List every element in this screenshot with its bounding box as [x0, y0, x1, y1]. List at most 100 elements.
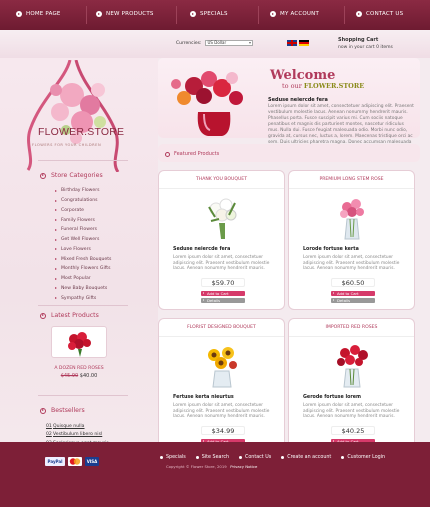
product-price: $60.50	[331, 278, 375, 287]
sidebar-divider	[38, 395, 128, 396]
footer-link-specials[interactable]: Specials	[160, 455, 186, 460]
currency-selector: Currencies: US Dollar	[176, 40, 253, 46]
arrow-icon	[96, 11, 102, 17]
category-item[interactable]: Most Popular	[55, 274, 111, 284]
nav-specials[interactable]: Specials	[190, 11, 228, 17]
category-item[interactable]: Get Well Flowers	[55, 235, 111, 245]
category-item[interactable]: Congratulations	[55, 196, 111, 206]
latest-product-name[interactable]: A DOZEN RED ROSES	[50, 366, 108, 371]
sunflower-bouquet-image[interactable]	[199, 341, 245, 391]
payment-icons: PayPal VISA	[45, 457, 102, 466]
nav-divider	[258, 6, 259, 24]
mastercard-icon	[68, 457, 82, 466]
arrow-icon	[55, 209, 57, 212]
pink-roses-image[interactable]	[329, 193, 375, 243]
category-item[interactable]: Love Flowers	[55, 245, 111, 255]
category-item[interactable]: Monthly Flowers Gifts	[55, 264, 111, 274]
currency-select[interactable]: US Dollar	[204, 40, 253, 46]
product-price: $34.99	[201, 426, 245, 435]
footer-links: Specials Site Search Contact Us Create a…	[160, 455, 395, 460]
categories-heading: Store Categories	[40, 172, 103, 179]
store-logo[interactable]: FLOWER.STORE	[38, 126, 124, 138]
arrow-circle-icon	[40, 312, 46, 319]
welcome-heading: Seduse neiercde fera	[268, 97, 328, 103]
bestsellers-heading: Bestsellers	[40, 407, 85, 414]
cart-status: now in your cart 0 items	[338, 45, 393, 50]
category-item[interactable]: Funeral Flowers	[55, 225, 111, 235]
arrow-circle-icon	[40, 172, 46, 179]
arrow-circle-icon	[40, 407, 46, 414]
category-item[interactable]: Sympathy Gifts	[55, 293, 111, 303]
nav-new-products[interactable]: New products	[96, 11, 154, 17]
arrow-icon	[55, 267, 57, 270]
store-tagline: FLOWERS FOR YOUR CHILDREN	[32, 143, 102, 147]
add-to-cart-button[interactable]: Add to Cart	[201, 291, 245, 296]
nav-contact-us[interactable]: Contact us	[356, 11, 403, 17]
sidebar-divider	[38, 160, 128, 161]
old-price: $45.90	[60, 373, 79, 379]
copyright: Copyright © Flower Store, 2019 Privacy N…	[166, 464, 258, 469]
nav-divider	[176, 6, 177, 24]
category-item[interactable]: New Baby Bouquets	[55, 284, 111, 294]
product-card-title[interactable]: THANK YOU BOUQUET	[159, 171, 284, 189]
arrow-icon	[55, 287, 57, 290]
category-item[interactable]: Birthday Flowers	[55, 186, 111, 196]
latest-product-image[interactable]	[51, 326, 107, 358]
category-list: Birthday Flowers Congratulations Corpora…	[55, 186, 111, 303]
product-name[interactable]: Gerode fortuse lorem	[303, 395, 361, 400]
arrow-icon	[55, 199, 57, 202]
bestseller-item[interactable]: 01 Quisque nulla	[46, 422, 109, 431]
product-description: Lorem ipsum dolor sit amet, consectetuer…	[173, 255, 270, 272]
currency-label: Currencies:	[176, 40, 202, 46]
category-item[interactable]: Mixed Fresh Bouquets	[55, 254, 111, 264]
footer-link-site-search[interactable]: Site Search	[195, 455, 229, 460]
arrow-icon	[55, 228, 57, 231]
product-name[interactable]: Lorode fortuse kerta	[303, 247, 359, 252]
product-description: Lorem ipsum dolor sit amet, consectetuer…	[303, 255, 400, 272]
category-item[interactable]: Corporate	[55, 206, 111, 216]
product-card: PREMIUM LONG STEM ROSE Lorode fortuse ke…	[288, 170, 415, 310]
nav-my-account[interactable]: My account	[270, 11, 319, 17]
product-card-title[interactable]: PREMIUM LONG STEM ROSE	[289, 171, 414, 189]
product-card-title[interactable]: FLORIST DESIGNED BOUQUET	[159, 319, 284, 337]
arrow-icon	[55, 258, 57, 261]
footer	[0, 442, 430, 507]
product-card-title[interactable]: IMPORTED RED ROSES	[289, 319, 414, 337]
product-name[interactable]: Fertuse kerta nieurtus	[173, 395, 234, 400]
product-card: FLORIST DESIGNED BOUQUET Fertuse kerta n…	[158, 318, 285, 458]
latest-product-price: $45.90 $40.00	[50, 373, 108, 379]
arrow-icon	[270, 11, 276, 17]
white-bouquet-image[interactable]	[199, 193, 245, 243]
arrow-icon	[55, 297, 57, 300]
arrow-icon	[55, 219, 57, 222]
details-button[interactable]: Details	[331, 298, 375, 303]
sidebar-divider	[38, 305, 128, 306]
footer-link-customer-login[interactable]: Customer Login	[341, 455, 385, 460]
arrow-icon	[55, 238, 57, 241]
details-button[interactable]: Details	[201, 298, 245, 303]
nav-home[interactable]: Home page	[16, 11, 61, 17]
product-price: $59.70	[201, 278, 245, 287]
bullet-icon	[195, 456, 199, 459]
german-flag-icon[interactable]	[299, 40, 309, 46]
arrow-icon	[356, 11, 362, 17]
flower-vase-image	[171, 71, 243, 136]
english-flag-icon[interactable]	[287, 40, 297, 46]
product-card: THANK YOU BOUQUET Seduse neiercde fera L…	[158, 170, 285, 310]
footer-link-contact-us[interactable]: Contact Us	[239, 455, 271, 460]
arrow-icon	[190, 11, 196, 17]
top-navigation: Home page New products Specials My accou…	[0, 0, 430, 30]
add-to-cart-button[interactable]: Add to Cart	[331, 291, 375, 296]
category-item[interactable]: Family Flowers	[55, 215, 111, 225]
privacy-notice-link[interactable]: Privacy Notice	[230, 464, 257, 469]
arrow-icon	[55, 189, 57, 192]
product-description: Lorem ipsum dolor sit amet, consectetuer…	[303, 403, 400, 420]
red-roses-image	[68, 332, 91, 357]
bestseller-item[interactable]: 02 Vestibulum libero nisl	[46, 431, 109, 440]
footer-link-create-account[interactable]: Create an account	[281, 455, 331, 460]
nav-divider	[86, 6, 87, 24]
product-name[interactable]: Seduse neiercde fera	[173, 247, 230, 252]
arrow-circle-icon	[165, 151, 170, 157]
shopping-cart-link[interactable]: Shopping Cart	[338, 37, 378, 43]
red-roses-vase-image[interactable]	[329, 341, 375, 391]
